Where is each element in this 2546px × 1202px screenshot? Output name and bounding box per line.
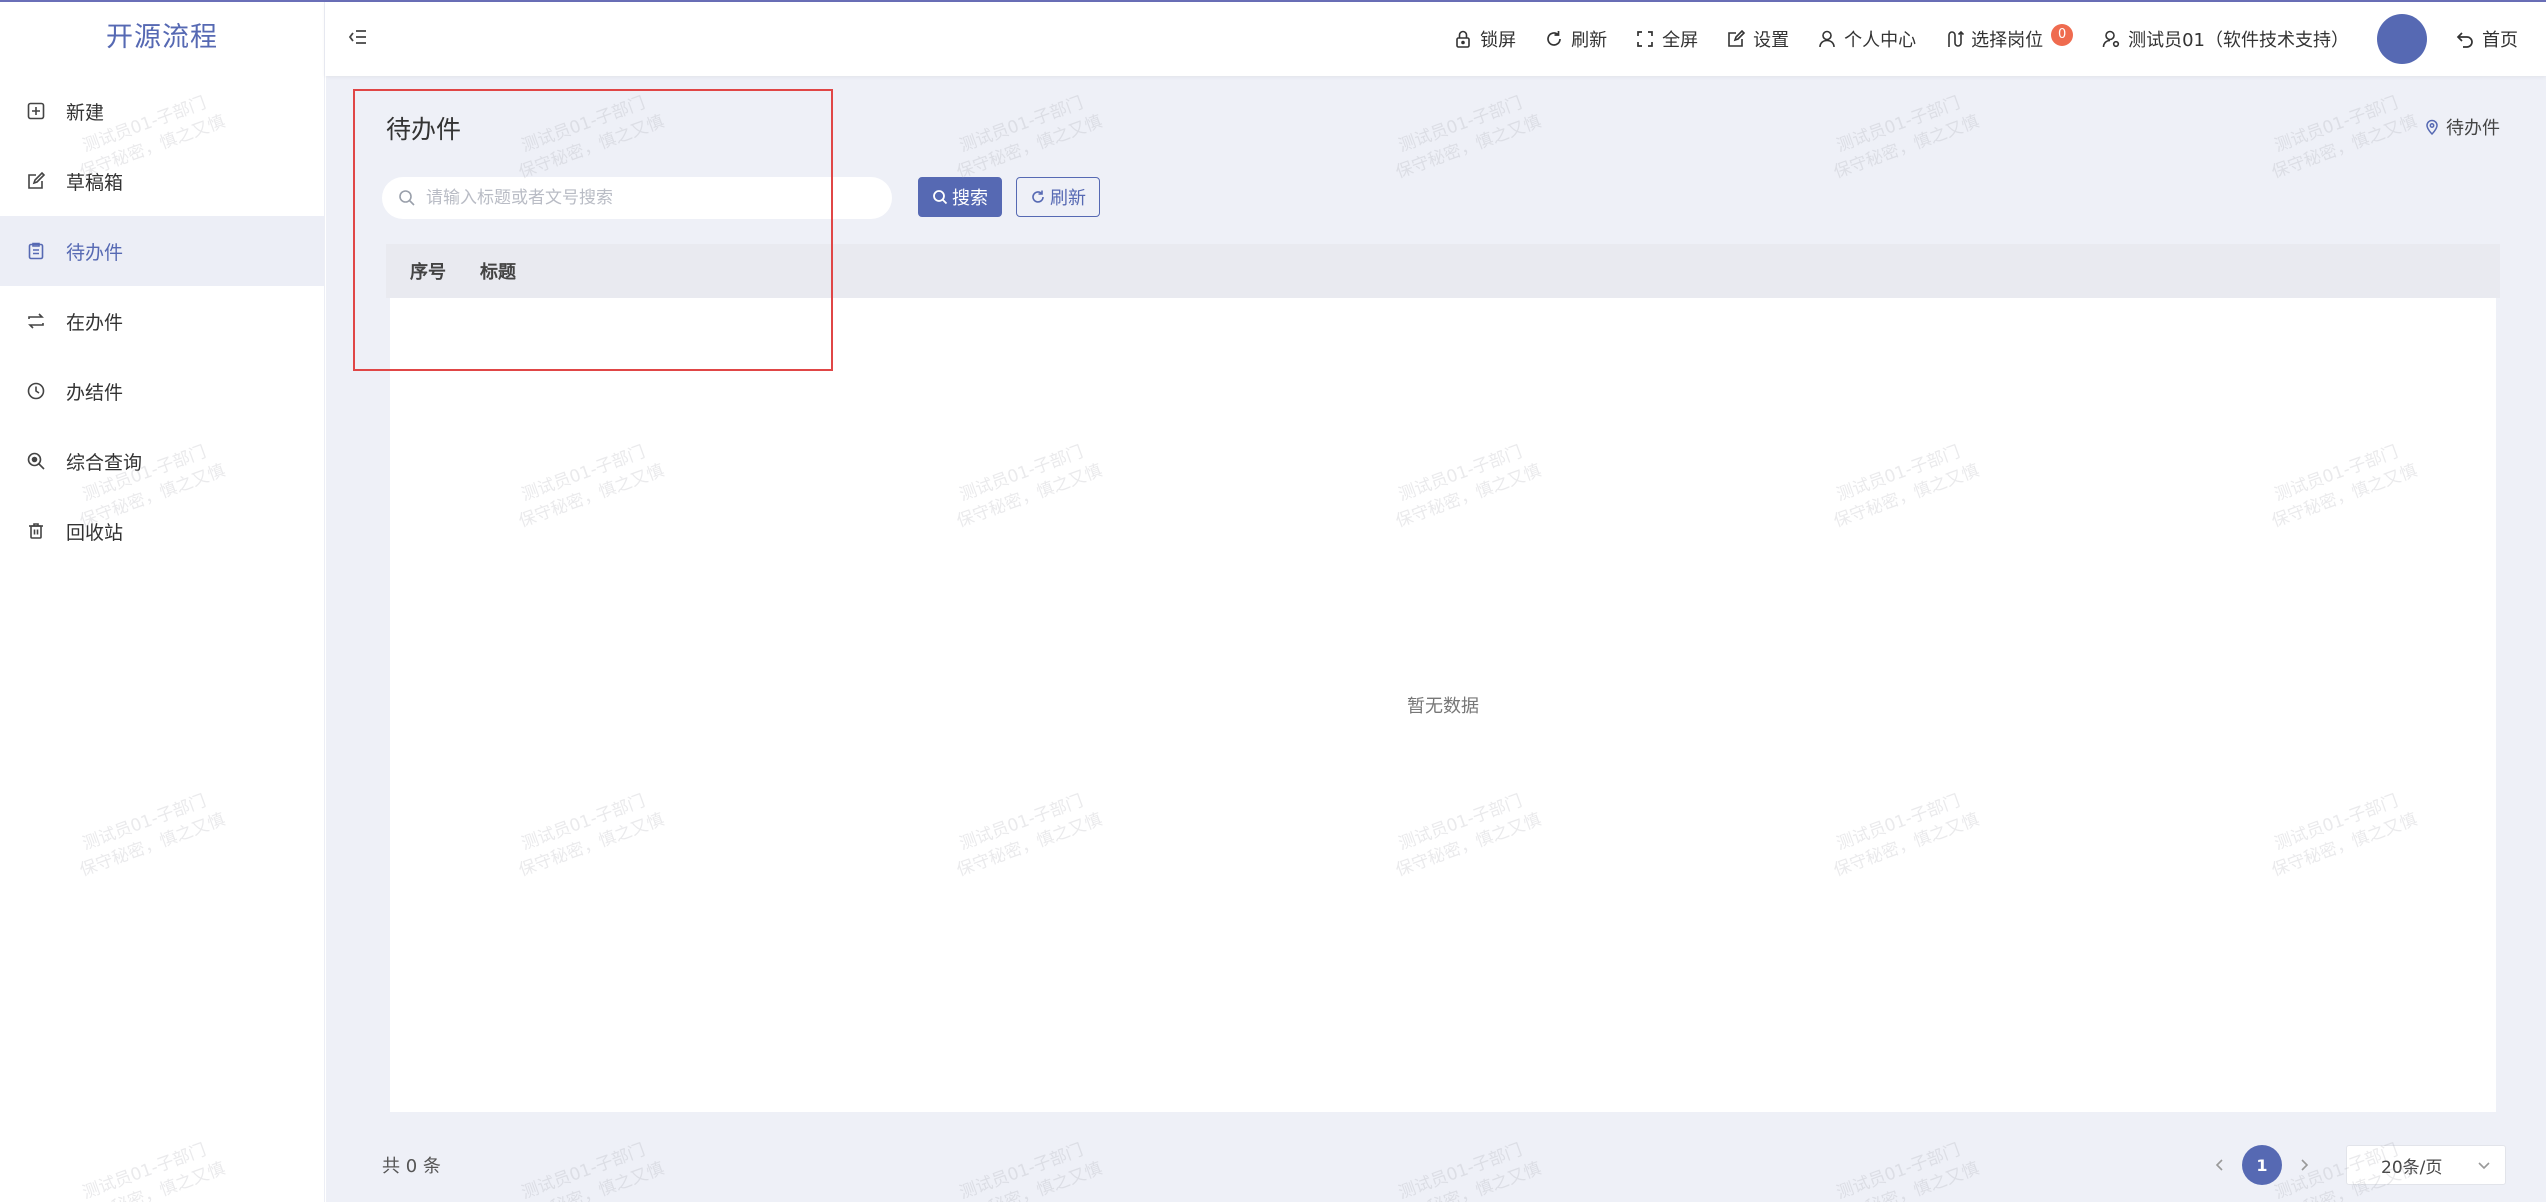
sidebar-item-label: 待办件 (66, 241, 124, 264)
column-header-index[interactable]: 序号 (410, 258, 480, 284)
collapse-menu-icon[interactable] (347, 26, 369, 48)
sidebar-item-label: 在办件 (66, 311, 124, 334)
user-settings-icon (2102, 30, 2120, 48)
switch-position-icon (1948, 30, 1965, 47)
fullscreen-button[interactable]: 全屏 (1635, 26, 1698, 52)
prev-page-button[interactable] (2210, 1155, 2230, 1175)
refresh-button-label: 刷新 (1050, 188, 1086, 209)
settings-button[interactable]: 设置 (1726, 26, 1789, 52)
empty-state-text: 暂无数据 (1407, 696, 1479, 717)
back-arrow-icon (2456, 32, 2473, 48)
lock-icon (1456, 30, 1470, 48)
search-button-label: 搜索 (952, 188, 988, 209)
clipboard-icon (26, 241, 46, 261)
trash-icon (26, 521, 46, 541)
main-content: 待办件 待办件 搜索 刷新 序号 标题 暂无数据 共 0 条 (326, 76, 2546, 1202)
table-header: 序号 标题 (386, 244, 2500, 298)
sidebar-item-in-progress[interactable]: 在办件 (0, 286, 324, 356)
zoom-search-icon (26, 451, 46, 471)
profile-button[interactable]: 个人中心 (1817, 26, 1916, 52)
location-pin-icon (2426, 119, 2438, 135)
fullscreen-icon (1637, 31, 1653, 47)
lock-screen-button[interactable]: 锁屏 (1453, 26, 1516, 52)
sidebar: 开源流程 新建 草稿箱 待办件 在办件 办结件 综合查询 回收站 (0, 2, 325, 1202)
refresh-label: 刷新 (1571, 30, 1608, 51)
header-toolbar: 锁屏 刷新 全屏 设置 个人中心 选择岗位 0 测试员01（软件技术支持） 首页 (1453, 2, 2546, 76)
user-icon (1819, 30, 1835, 48)
breadcrumb-label: 待办件 (2446, 118, 2500, 139)
repeat-icon (26, 311, 46, 331)
clock-icon (26, 381, 46, 401)
position-label: 选择岗位 (1971, 30, 2044, 51)
table-body: 暂无数据 (390, 298, 2496, 1112)
chevron-right-icon (2301, 1159, 2309, 1171)
page-number-current[interactable]: 1 (2242, 1145, 2282, 1185)
sidebar-item-recycle[interactable]: 回收站 (0, 496, 324, 566)
lock-label: 锁屏 (1480, 30, 1517, 51)
settings-label: 设置 (1753, 30, 1790, 51)
next-page-button[interactable] (2294, 1155, 2314, 1175)
sidebar-item-todo[interactable]: 待办件 (0, 216, 324, 286)
search-button[interactable]: 搜索 (918, 177, 1002, 217)
sidebar-menu: 新建 草稿箱 待办件 在办件 办结件 综合查询 回收站 (0, 76, 324, 566)
search-box (382, 177, 892, 219)
sidebar-item-query[interactable]: 综合查询 (0, 426, 324, 496)
search-icon (399, 190, 415, 206)
user-name-label: 测试员01（软件技术支持） (2128, 30, 2349, 51)
refresh-icon (1547, 31, 1561, 46)
settings-edit-icon (1728, 29, 1746, 47)
sidebar-item-label: 回收站 (66, 521, 124, 544)
total-count: 共 0 条 (382, 1156, 441, 1177)
sidebar-item-label: 办结件 (66, 381, 124, 404)
search-input[interactable] (426, 188, 866, 208)
top-header: 锁屏 刷新 全屏 设置 个人中心 选择岗位 0 测试员01（软件技术支持） 首页 (325, 2, 2546, 76)
refresh-list-button[interactable]: 刷新 (1016, 177, 1100, 217)
app-logo[interactable]: 开源流程 (0, 2, 324, 74)
edit-square-icon (26, 171, 46, 191)
pagination: 1 20条/页 (2198, 1145, 2506, 1185)
search-icon (933, 190, 948, 205)
page-title: 待办件 (386, 115, 462, 144)
avatar[interactable] (2377, 14, 2427, 64)
fullscreen-label: 全屏 (1662, 30, 1699, 51)
breadcrumb[interactable]: 待办件 (2424, 114, 2500, 140)
chevron-down-icon (2478, 1162, 2490, 1170)
app-root: 开源流程 新建 草稿箱 待办件 在办件 办结件 综合查询 回收站 锁屏 刷新 全… (0, 0, 2546, 1202)
page-size-select[interactable]: 20条/页 (2346, 1145, 2506, 1185)
home-label: 首页 (2482, 30, 2518, 51)
current-user-menu[interactable]: 测试员01（软件技术支持） (2101, 26, 2349, 52)
position-count-badge: 0 (2051, 24, 2074, 46)
refresh-page-button[interactable]: 刷新 (1544, 26, 1607, 52)
page-size-value: 20条/页 (2381, 1157, 2443, 1178)
plus-square-icon (26, 101, 46, 121)
home-button[interactable]: 首页 (2455, 26, 2518, 52)
profile-label: 个人中心 (1844, 30, 1917, 51)
refresh-icon (1032, 190, 1044, 203)
sidebar-item-new[interactable]: 新建 (0, 76, 324, 146)
chevron-left-icon (2215, 1159, 2223, 1171)
sidebar-item-label: 综合查询 (66, 451, 143, 474)
column-header-title[interactable]: 标题 (480, 258, 516, 284)
select-position-button[interactable]: 选择岗位 0 (1944, 24, 2074, 52)
sidebar-item-label: 草稿箱 (66, 171, 124, 194)
sidebar-item-label: 新建 (66, 101, 105, 124)
todo-table: 序号 标题 暂无数据 (386, 244, 2500, 1191)
sidebar-item-drafts[interactable]: 草稿箱 (0, 146, 324, 216)
sidebar-item-completed[interactable]: 办结件 (0, 356, 324, 426)
